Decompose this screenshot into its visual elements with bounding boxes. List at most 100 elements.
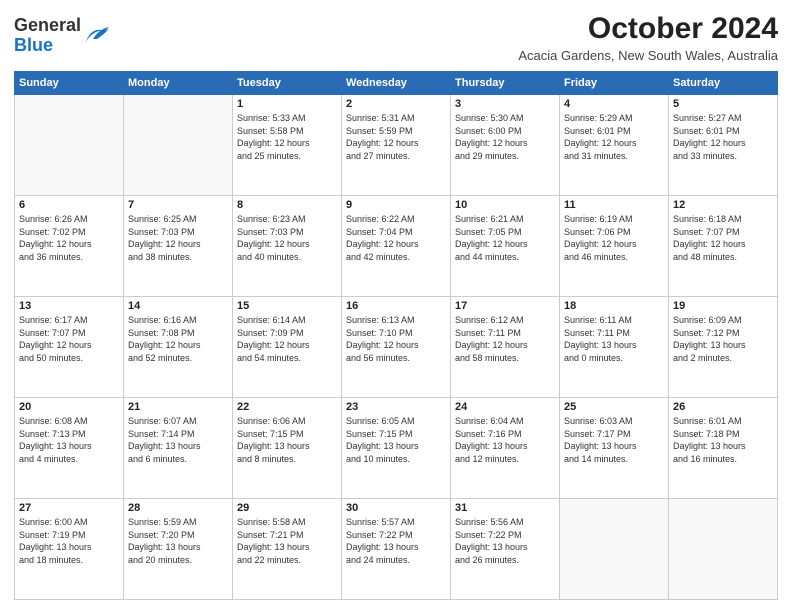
day-number: 20 [19,401,119,413]
day-info: Sunrise: 6:11 AMSunset: 7:11 PMDaylight:… [564,314,664,364]
day-number: 18 [564,300,664,312]
table-row: 25Sunrise: 6:03 AMSunset: 7:17 PMDayligh… [560,398,669,499]
day-number: 15 [237,300,337,312]
day-number: 19 [673,300,773,312]
header-wednesday: Wednesday [342,72,451,95]
day-info: Sunrise: 6:14 AMSunset: 7:09 PMDaylight:… [237,314,337,364]
table-row: 17 Sunrise: 6:12 AMSunset: 7:11 PMDayligh… [451,297,560,398]
day-number: 16 [346,300,446,312]
logo-text: General Blue [14,16,81,56]
day-number: 30 [346,502,446,514]
page: General Blue October 2024 Acacia Gardens… [0,0,792,612]
day-number: 11 [564,199,664,211]
title-block: October 2024 Acacia Gardens, New South W… [518,12,778,63]
day-info: Sunrise: 6:12 AMSunset: 7:11 PMDaylight:… [455,314,555,364]
week-row-3: 13Sunrise: 6:17 AMSunset: 7:07 PMDayligh… [15,297,778,398]
table-row: 22Sunrise: 6:06 AMSunset: 7:15 PMDayligh… [233,398,342,499]
day-number: 21 [128,401,228,413]
table-row: 30 Sunrise: 5:57 AMSunset: 7:22 PMDayligh… [342,499,451,600]
logo: General Blue [14,16,111,56]
week-row-1: 1 Sunrise: 5:33 AMSunset: 5:58 PMDaylight… [15,95,778,196]
table-row: 1 Sunrise: 5:33 AMSunset: 5:58 PMDaylight… [233,95,342,196]
table-row: 10 Sunrise: 6:21 AMSunset: 7:05 PMDayligh… [451,196,560,297]
subtitle: Acacia Gardens, New South Wales, Austral… [518,48,778,63]
day-info: Sunrise: 6:23 AMSunset: 7:03 PMDaylight:… [237,213,337,263]
day-info: Sunrise: 6:07 AMSunset: 7:14 PMDaylight:… [128,415,228,465]
day-number: 8 [237,199,337,211]
table-row: 19 Sunrise: 6:09 AMSunset: 7:12 PMDayligh… [669,297,778,398]
day-info: Sunrise: 5:30 AMSunset: 6:00 PMDaylight:… [455,112,555,162]
calendar-table: Sunday Monday Tuesday Wednesday Thursday… [14,71,778,600]
header-thursday: Thursday [451,72,560,95]
table-row: 29 Sunrise: 5:58 AMSunset: 7:21 PMDayligh… [233,499,342,600]
day-info: Sunrise: 6:18 AMSunset: 7:07 PMDaylight:… [673,213,773,263]
day-number: 9 [346,199,446,211]
day-number: 25 [564,401,664,413]
header: General Blue October 2024 Acacia Gardens… [14,12,778,63]
week-row-5: 27 Sunrise: 6:00 AMSunset: 7:19 PMDayligh… [15,499,778,600]
day-number: 7 [128,199,228,211]
day-info: Sunrise: 5:29 AMSunset: 6:01 PMDaylight:… [564,112,664,162]
table-row: 23Sunrise: 6:05 AMSunset: 7:15 PMDayligh… [342,398,451,499]
week-row-2: 6 Sunrise: 6:26 AMSunset: 7:02 PMDaylight… [15,196,778,297]
day-info: Sunrise: 6:00 AMSunset: 7:19 PMDaylight:… [19,516,119,566]
day-number: 28 [128,502,228,514]
day-number: 10 [455,199,555,211]
day-number: 4 [564,98,664,110]
day-info: Sunrise: 5:27 AMSunset: 6:01 PMDaylight:… [673,112,773,162]
table-row: 8 Sunrise: 6:23 AMSunset: 7:03 PMDaylight… [233,196,342,297]
table-row: 6 Sunrise: 6:26 AMSunset: 7:02 PMDaylight… [15,196,124,297]
day-info: Sunrise: 5:57 AMSunset: 7:22 PMDaylight:… [346,516,446,566]
table-row: 27 Sunrise: 6:00 AMSunset: 7:19 PMDayligh… [15,499,124,600]
logo-general: General [14,15,81,35]
table-row: 28Sunrise: 5:59 AMSunset: 7:20 PMDayligh… [124,499,233,600]
table-row: 14 Sunrise: 6:16 AMSunset: 7:08 PMDayligh… [124,297,233,398]
day-number: 6 [19,199,119,211]
week-row-4: 20 Sunrise: 6:08 AMSunset: 7:13 PMDayligh… [15,398,778,499]
header-monday: Monday [124,72,233,95]
day-info: Sunrise: 6:08 AMSunset: 7:13 PMDaylight:… [19,415,119,465]
day-info: Sunrise: 6:21 AMSunset: 7:05 PMDaylight:… [455,213,555,263]
day-number: 22 [237,401,337,413]
table-row [15,95,124,196]
day-info: Sunrise: 5:33 AMSunset: 5:58 PMDaylight:… [237,112,337,162]
day-info: Sunrise: 5:58 AMSunset: 7:21 PMDaylight:… [237,516,337,566]
table-row: 18 Sunrise: 6:11 AMSunset: 7:11 PMDayligh… [560,297,669,398]
day-number: 29 [237,502,337,514]
table-row: 5 Sunrise: 5:27 AMSunset: 6:01 PMDaylight… [669,95,778,196]
day-info: Sunrise: 6:25 AMSunset: 7:03 PMDaylight:… [128,213,228,263]
day-number: 5 [673,98,773,110]
table-row: 7 Sunrise: 6:25 AMSunset: 7:03 PMDaylight… [124,196,233,297]
logo-blue: Blue [14,35,53,55]
day-number: 26 [673,401,773,413]
day-number: 13 [19,300,119,312]
day-info: Sunrise: 6:22 AMSunset: 7:04 PMDaylight:… [346,213,446,263]
table-row: 26 Sunrise: 6:01 AMSunset: 7:18 PMDayligh… [669,398,778,499]
day-number: 27 [19,502,119,514]
day-number: 3 [455,98,555,110]
header-sunday: Sunday [15,72,124,95]
day-info: Sunrise: 6:26 AMSunset: 7:02 PMDaylight:… [19,213,119,263]
table-row: 15 Sunrise: 6:14 AMSunset: 7:09 PMDayligh… [233,297,342,398]
day-info: Sunrise: 6:19 AMSunset: 7:06 PMDaylight:… [564,213,664,263]
table-row: 3 Sunrise: 5:30 AMSunset: 6:00 PMDaylight… [451,95,560,196]
table-row: 20 Sunrise: 6:08 AMSunset: 7:13 PMDayligh… [15,398,124,499]
day-info: Sunrise: 5:31 AMSunset: 5:59 PMDaylight:… [346,112,446,162]
main-title: October 2024 [518,12,778,46]
table-row: 2 Sunrise: 5:31 AMSunset: 5:59 PMDaylight… [342,95,451,196]
day-info: Sunrise: 6:09 AMSunset: 7:12 PMDaylight:… [673,314,773,364]
header-friday: Friday [560,72,669,95]
day-info: Sunrise: 6:01 AMSunset: 7:18 PMDaylight:… [673,415,773,465]
header-row: Sunday Monday Tuesday Wednesday Thursday… [15,72,778,95]
header-saturday: Saturday [669,72,778,95]
day-info: Sunrise: 6:16 AMSunset: 7:08 PMDaylight:… [128,314,228,364]
table-row: 16Sunrise: 6:13 AMSunset: 7:10 PMDayligh… [342,297,451,398]
table-row: 12 Sunrise: 6:18 AMSunset: 7:07 PMDayligh… [669,196,778,297]
day-number: 14 [128,300,228,312]
day-number: 1 [237,98,337,110]
day-number: 17 [455,300,555,312]
day-number: 2 [346,98,446,110]
table-row [124,95,233,196]
table-row: 24Sunrise: 6:04 AMSunset: 7:16 PMDayligh… [451,398,560,499]
day-number: 12 [673,199,773,211]
